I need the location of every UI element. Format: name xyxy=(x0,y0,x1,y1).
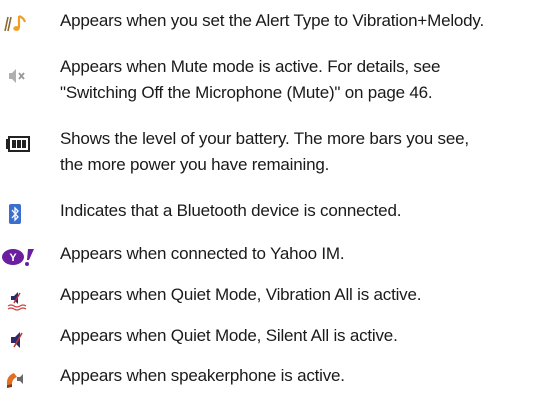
entry-line: Appears when connected to Yahoo IM. xyxy=(60,244,345,263)
entry-line: "Switching Off the Microphone (Mute)" on… xyxy=(60,83,433,102)
entry-description: Shows the level of your battery. The mor… xyxy=(60,126,530,178)
entry-line: Indicates that a Bluetooth device is con… xyxy=(60,201,402,220)
vibration-melody-icon xyxy=(0,10,40,38)
bluetooth-icon xyxy=(0,201,40,229)
entry-line: Appears when Quiet Mode, Silent All is a… xyxy=(60,326,398,345)
entry-line: Appears when speakerphone is active. xyxy=(60,366,345,385)
entry-description: Appears when you set the Alert Type to V… xyxy=(60,8,530,34)
entry-description: Indicates that a Bluetooth device is con… xyxy=(60,198,530,224)
quiet-silent-all-icon xyxy=(0,326,40,354)
entry-line: the more power you have remaining. xyxy=(60,155,330,174)
entry-description: Appears when connected to Yahoo IM. xyxy=(60,241,530,267)
entry-description: Appears when Mute mode is active. For de… xyxy=(60,54,530,106)
entry-line: Appears when Mute mode is active. For de… xyxy=(60,57,441,76)
entry-line: Appears when Quiet Mode, Vibration All i… xyxy=(60,285,422,304)
entry-line: Shows the level of your battery. The mor… xyxy=(60,129,469,148)
yahoo-im-icon: Y xyxy=(0,244,40,272)
quiet-vibration-all-icon xyxy=(0,285,40,313)
entry-description: Appears when Quiet Mode, Vibration All i… xyxy=(60,282,530,308)
entry-description: Appears when Quiet Mode, Silent All is a… xyxy=(60,323,530,349)
entry-description: Appears when speakerphone is active. xyxy=(60,363,530,389)
speakerphone-icon xyxy=(0,366,40,394)
battery-icon xyxy=(0,131,40,159)
svg-text:Y: Y xyxy=(9,252,17,264)
mute-icon xyxy=(0,62,40,90)
entry-line: Appears when you set the Alert Type to V… xyxy=(60,11,484,30)
